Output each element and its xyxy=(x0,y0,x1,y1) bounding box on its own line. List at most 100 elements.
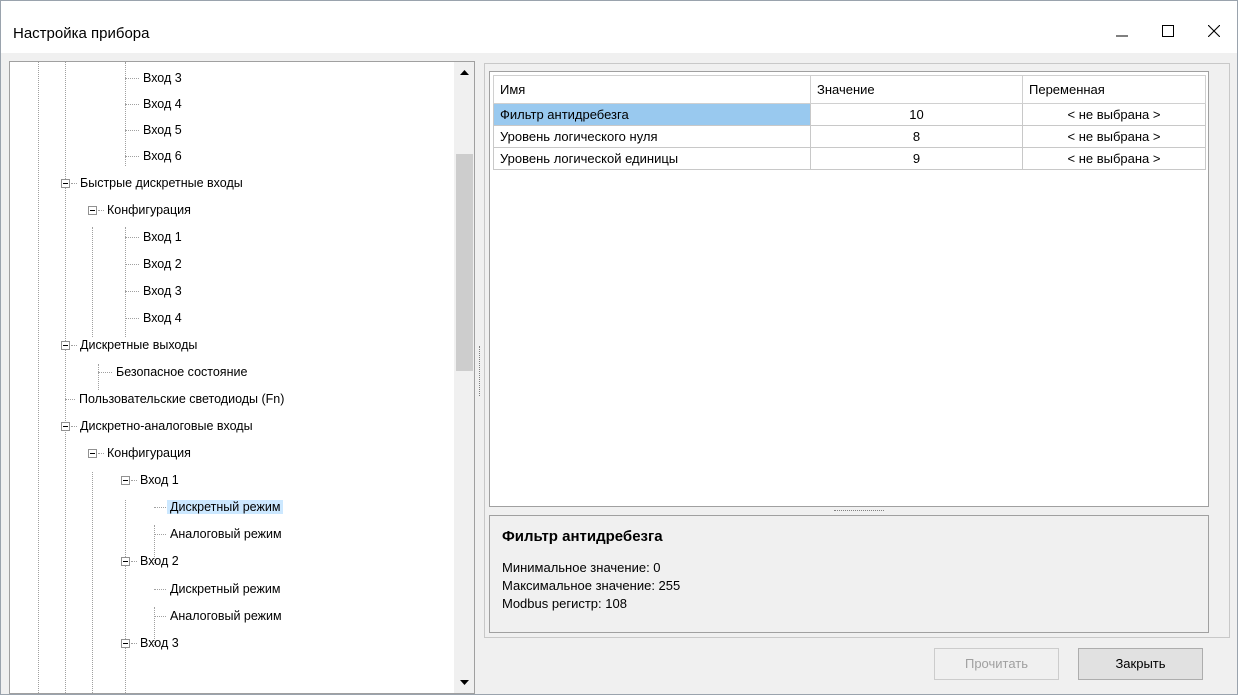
column-header-value[interactable]: Значение xyxy=(810,75,1023,104)
table-row[interactable]: Уровень логической единицы 9 < не выбран… xyxy=(493,147,1206,170)
maximize-icon xyxy=(1162,25,1174,37)
tree-item-label: Вход 6 xyxy=(143,149,182,163)
tree-item-analog-mode[interactable]: Аналоговый режим xyxy=(145,524,285,544)
scroll-up-icon[interactable] xyxy=(459,67,470,78)
description-modbus: Modbus регистр: 108 xyxy=(502,596,627,611)
close-button[interactable]: Закрыть xyxy=(1078,648,1203,680)
tree-item-label: Вход 1 xyxy=(143,230,182,244)
device-tree: Вход 3 Вход 4 Вход 5 Вход 6 Быстрые диск… xyxy=(10,62,454,693)
collapse-icon[interactable] xyxy=(121,557,130,566)
table-row[interactable]: Уровень логического нуля 8 < не выбрана … xyxy=(493,125,1206,148)
tree-item-label: Вход 1 xyxy=(140,473,179,487)
tree-item-label: Конфигурация xyxy=(107,203,191,217)
tree-item-user-leds[interactable]: Пользовательские светодиоды (Fn) xyxy=(56,389,287,409)
parameters-grid: Имя Значение Переменная Фильтр антидребе… xyxy=(493,75,1206,170)
collapse-icon[interactable] xyxy=(88,449,97,458)
tree-item-label: Вход 4 xyxy=(143,97,182,111)
minimize-button[interactable] xyxy=(1099,9,1145,45)
tree-item-fast-discrete-inputs[interactable]: Быстрые дискретные входы xyxy=(51,173,246,193)
tree-item-label: Вход 5 xyxy=(143,123,182,137)
cell-variable[interactable]: < не выбрана > xyxy=(1022,103,1206,126)
tree-guide-line xyxy=(65,62,66,693)
tree-item[interactable]: Вход 4 xyxy=(116,308,185,328)
collapse-icon[interactable] xyxy=(61,422,70,431)
window-controls xyxy=(1099,9,1237,45)
description-title: Фильтр антидребезга xyxy=(502,528,663,545)
vertical-splitter[interactable] xyxy=(479,346,482,396)
tree-item-label: Аналоговый режим xyxy=(170,527,282,541)
tree-item-discrete-outputs[interactable]: Дискретные выходы xyxy=(51,335,200,355)
tree-item-discrete-mode[interactable]: Дискретный режим xyxy=(145,497,284,517)
tree-item-label: Вход 2 xyxy=(143,257,182,271)
horizontal-splitter[interactable] xyxy=(834,510,884,511)
tree-item-label: Вход 4 xyxy=(143,311,182,325)
parameters-grid-panel: Имя Значение Переменная Фильтр антидребе… xyxy=(489,71,1209,507)
table-row[interactable]: Фильтр антидребезга 10 < не выбрана > xyxy=(493,103,1206,126)
scroll-down-icon[interactable] xyxy=(459,677,470,688)
tree-item[interactable]: Вход 2 xyxy=(116,254,185,274)
collapse-icon[interactable] xyxy=(61,179,70,188)
tree-item-analog-mode[interactable]: Аналоговый режим xyxy=(145,606,285,626)
column-header-name[interactable]: Имя xyxy=(493,75,811,104)
read-button[interactable]: Прочитать xyxy=(934,648,1059,680)
grid-header-row: Имя Значение Переменная xyxy=(493,75,1206,104)
tree-item-label: Вход 3 xyxy=(143,284,182,298)
tree-item-safe-state[interactable]: Безопасное состояние xyxy=(89,362,250,382)
tree-guide-line xyxy=(125,500,126,693)
tree-item-label: Аналоговый режим xyxy=(170,609,282,623)
tree-item-label: Дискретный режим xyxy=(167,500,284,514)
cell-value[interactable]: 8 xyxy=(810,125,1023,148)
collapse-icon[interactable] xyxy=(88,206,97,215)
tree-item-discrete-analog-inputs[interactable]: Дискретно-аналоговые входы xyxy=(51,416,256,436)
close-window-button[interactable] xyxy=(1191,9,1237,45)
tree-guide-line xyxy=(92,472,93,693)
tree-guide-line xyxy=(92,227,93,337)
tree-item-input-3[interactable]: Вход 3 xyxy=(111,633,182,653)
collapse-icon[interactable] xyxy=(121,639,130,648)
cell-variable[interactable]: < не выбрана > xyxy=(1022,125,1206,148)
tree-item[interactable]: Вход 6 xyxy=(116,146,185,166)
collapse-icon[interactable] xyxy=(61,341,70,350)
minimize-icon xyxy=(1116,35,1128,37)
tree-item-label: Конфигурация xyxy=(107,446,191,460)
tree-item[interactable]: Вход 1 xyxy=(116,227,185,247)
tree-item[interactable]: Вход 3 xyxy=(116,68,185,88)
title-bar[interactable]: Настройка прибора xyxy=(1,1,1237,53)
tree-item-label: Безопасное состояние xyxy=(116,365,248,379)
scrollbar-thumb[interactable] xyxy=(456,154,473,371)
description-min: Минимальное значение: 0 xyxy=(502,560,661,575)
maximize-button[interactable] xyxy=(1145,9,1191,45)
window-title: Настройка прибора xyxy=(13,25,150,42)
collapse-icon[interactable] xyxy=(121,476,130,485)
description-max: Максимальное значение: 255 xyxy=(502,578,681,593)
settings-window: Настройка прибора Вход 3 Вход 4 Вход 5 В… xyxy=(0,0,1238,695)
tree-item-label: Вход 3 xyxy=(143,71,182,85)
cell-variable[interactable]: < не выбрана > xyxy=(1022,147,1206,170)
tree-item-label: Быстрые дискретные входы xyxy=(80,176,243,190)
tree-item-discrete-mode[interactable]: Дискретный режим xyxy=(145,579,283,599)
tree-item[interactable]: Вход 3 xyxy=(116,281,185,301)
tree-item-input-1[interactable]: Вход 1 xyxy=(111,470,182,490)
cell-name[interactable]: Уровень логического нуля xyxy=(493,125,811,148)
tree-item-label: Дискретный режим xyxy=(170,582,281,596)
cell-value[interactable]: 9 xyxy=(810,147,1023,170)
close-icon xyxy=(1208,25,1220,37)
device-tree-panel: Вход 3 Вход 4 Вход 5 Вход 6 Быстрые диск… xyxy=(9,61,475,694)
tree-item[interactable]: Вход 5 xyxy=(116,120,185,140)
cell-name[interactable]: Уровень логической единицы xyxy=(493,147,811,170)
tree-item-configuration[interactable]: Конфигурация xyxy=(78,443,194,463)
tree-item-label: Вход 3 xyxy=(140,636,179,650)
tree-item-label: Пользовательские светодиоды (Fn) xyxy=(79,392,285,406)
tree-item-label: Дискретно-аналоговые входы xyxy=(80,419,253,433)
tree-item-configuration[interactable]: Конфигурация xyxy=(78,200,194,220)
tree-item-input-2[interactable]: Вход 2 xyxy=(111,551,182,571)
tree-guide-line xyxy=(38,62,39,693)
tree-vertical-scrollbar[interactable] xyxy=(454,62,474,693)
column-header-variable[interactable]: Переменная xyxy=(1022,75,1206,104)
cell-value[interactable]: 10 xyxy=(810,103,1023,126)
tree-item-label: Дискретные выходы xyxy=(80,338,198,352)
description-panel: Фильтр антидребезга Минимальное значение… xyxy=(489,515,1209,633)
cell-name[interactable]: Фильтр антидребезга xyxy=(493,103,811,126)
tree-item-label: Вход 2 xyxy=(140,554,179,568)
tree-item[interactable]: Вход 4 xyxy=(116,94,185,114)
